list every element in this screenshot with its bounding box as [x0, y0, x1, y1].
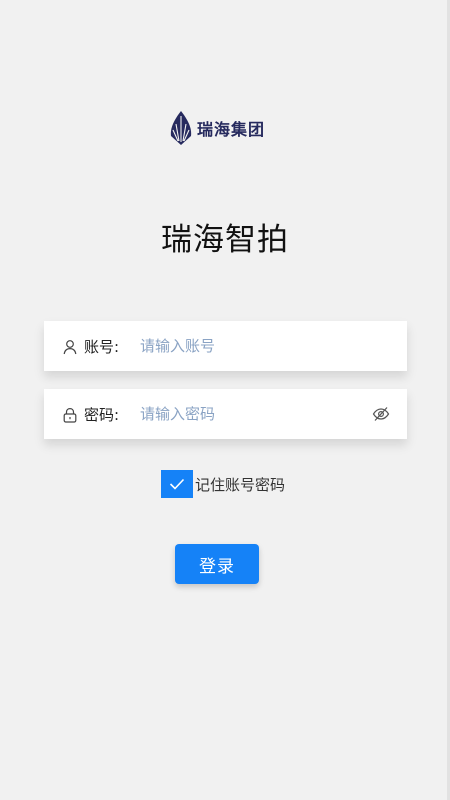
- username-input[interactable]: [140, 337, 350, 355]
- login-button[interactable]: 登录: [175, 544, 259, 584]
- username-field: 账号:: [44, 321, 407, 371]
- brand-emblem-icon: [170, 111, 192, 145]
- user-icon: [63, 340, 77, 355]
- brand-logo: 瑞海集团: [168, 110, 265, 146]
- remember-me[interactable]: 记住账号密码: [161, 470, 285, 498]
- password-label: 密码:: [84, 405, 120, 424]
- remember-label: 记住账号密码: [195, 475, 286, 494]
- lock-icon: [63, 407, 77, 423]
- password-field: 密码:: [44, 389, 407, 439]
- remember-checkbox[interactable]: [161, 470, 193, 498]
- brand-logo-text: 瑞海集团: [197, 120, 266, 139]
- app-title: 瑞海智拍: [161, 222, 289, 258]
- username-label: 账号:: [84, 337, 120, 356]
- check-icon: [169, 478, 185, 490]
- password-input[interactable]: [140, 405, 350, 423]
- eye-off-icon[interactable]: [372, 405, 390, 423]
